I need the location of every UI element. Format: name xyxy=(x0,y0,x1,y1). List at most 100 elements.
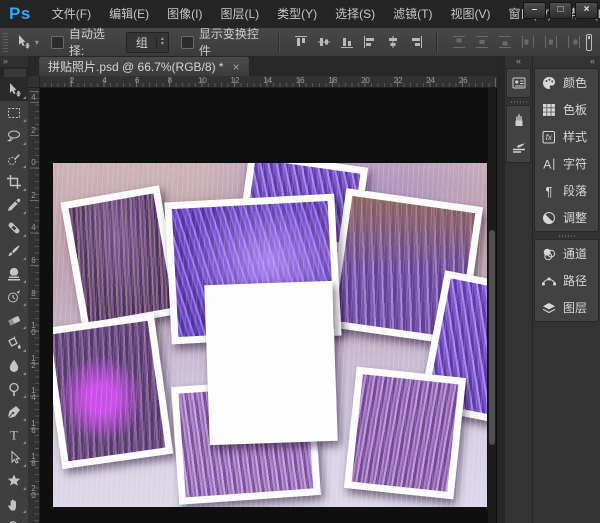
styles-icon: fx xyxy=(541,129,557,145)
tool-marquee[interactable] xyxy=(0,101,28,124)
dist-right-button[interactable] xyxy=(563,32,584,52)
dist-vcenter-button[interactable] xyxy=(471,32,492,52)
tool-move[interactable] xyxy=(0,78,28,101)
tool-brush[interactable] xyxy=(0,239,28,262)
tool-brush-icon xyxy=(6,243,22,259)
panel-button-swatches[interactable]: 色板 xyxy=(535,96,598,123)
dist-left-icon xyxy=(520,34,536,50)
panel-toggle-icon[interactable] xyxy=(585,34,593,51)
dist-left-button[interactable] xyxy=(517,32,538,52)
channels-icon xyxy=(541,246,557,262)
tool-paint-bucket[interactable] xyxy=(0,331,28,354)
panel-button-channels[interactable]: 通道 xyxy=(535,240,598,267)
tool-pen[interactable] xyxy=(0,400,28,423)
panel-label: 通道 xyxy=(563,245,587,262)
panel-label: 调整 xyxy=(563,209,587,226)
align-right-button[interactable] xyxy=(405,32,426,52)
options-grip[interactable] xyxy=(3,32,8,52)
menu-item-3[interactable]: 图层(L) xyxy=(211,0,268,28)
show-transform-checkbox[interactable] xyxy=(181,36,194,49)
panel-button-layers[interactable]: 图层 xyxy=(535,294,598,321)
vertical-scrollbar[interactable] xyxy=(488,88,496,523)
align-top-button[interactable] xyxy=(290,32,311,52)
tool-custom-shape[interactable] xyxy=(0,469,28,492)
tools-panel: T xyxy=(0,78,29,523)
panel-button-adjustments[interactable]: 调整 xyxy=(535,204,598,231)
vertical-scrollbar-thumb[interactable] xyxy=(489,230,495,445)
tool-hand-icon xyxy=(6,496,22,512)
tool-marquee-icon xyxy=(6,105,22,121)
tab-bar: 拼贴照片.psd @ 66.7%(RGB/8) * × xyxy=(28,56,497,76)
tool-spot-healing[interactable] xyxy=(0,216,28,239)
align-vcenter-button[interactable] xyxy=(313,32,334,52)
rail-collapse-button[interactable]: « xyxy=(533,56,600,68)
v-ruler-tick: 8 xyxy=(29,289,38,296)
tool-eraser[interactable] xyxy=(0,308,28,331)
tool-dodge[interactable] xyxy=(0,377,28,400)
minimize-button[interactable]: – xyxy=(523,2,546,19)
tool-zoom[interactable] xyxy=(0,515,28,523)
tool-crop[interactable] xyxy=(0,170,28,193)
brush-panel-panel-button[interactable] xyxy=(507,106,530,134)
tool-lasso-icon xyxy=(6,128,22,144)
tool-presets-panel-button[interactable] xyxy=(507,134,530,162)
dropdown-spin-icon: ▴▾ xyxy=(156,36,166,48)
dist-bottom-button[interactable] xyxy=(494,32,515,52)
tool-type[interactable]: T xyxy=(0,423,28,446)
tools-expand-button[interactable]: » xyxy=(0,56,28,67)
align-hcenter-button[interactable] xyxy=(382,32,403,52)
auto-select-dropdown[interactable]: 组 ▴▾ xyxy=(126,32,169,53)
photo-bottom-center xyxy=(171,377,321,505)
minibridge-panel-button[interactable] xyxy=(507,69,530,97)
tool-eyedropper[interactable] xyxy=(0,193,28,216)
menu-item-7[interactable]: 视图(V) xyxy=(441,0,499,28)
auto-select-checkbox[interactable] xyxy=(51,36,64,49)
panel-button-color[interactable]: 颜色 xyxy=(535,69,598,96)
tool-lasso[interactable] xyxy=(0,124,28,147)
dist-top-button[interactable] xyxy=(448,32,469,52)
rail-drag-handle[interactable] xyxy=(533,232,600,239)
menu-item-0[interactable]: 文件(F) xyxy=(43,0,100,28)
align-bottom-button[interactable] xyxy=(336,32,357,52)
v-ruler-tick: 6 xyxy=(29,256,38,263)
photo-bottom-right xyxy=(344,367,466,500)
tool-clone-stamp[interactable] xyxy=(0,262,28,285)
narrow-rail-collapse-button[interactable]: « xyxy=(505,56,532,68)
dist-hcenter-button[interactable] xyxy=(540,32,561,52)
tool-history-brush[interactable] xyxy=(0,285,28,308)
tool-eraser-icon xyxy=(6,312,22,328)
panel-button-paragraph[interactable]: ¶段落 xyxy=(535,177,598,204)
maximize-button[interactable]: □ xyxy=(549,2,572,19)
tool-blur[interactable] xyxy=(0,354,28,377)
v-ruler-tick: 10 xyxy=(29,321,38,335)
window-controls: –□× xyxy=(520,2,598,19)
menu-item-6[interactable]: 滤镜(T) xyxy=(384,0,441,28)
tool-zoom-icon xyxy=(6,519,22,523)
tab-close-icon[interactable]: × xyxy=(233,61,240,73)
align-left-button[interactable] xyxy=(359,32,380,52)
dist-vcenter-icon xyxy=(474,34,490,50)
tool-preset-caret-icon[interactable]: ▾ xyxy=(35,38,39,47)
tool-hand[interactable] xyxy=(0,492,28,515)
panel-label: 样式 xyxy=(563,128,587,145)
menu-item-2[interactable]: 图像(I) xyxy=(158,0,211,28)
rail-drag-handle[interactable] xyxy=(505,98,532,105)
panel-button-character[interactable]: A字符 xyxy=(535,150,598,177)
panel-button-paths[interactable]: 路径 xyxy=(535,267,598,294)
menu-item-4[interactable]: 类型(Y) xyxy=(268,0,326,28)
canvas-area[interactable] xyxy=(40,88,497,523)
minibridge-icon xyxy=(511,75,527,91)
menu-item-1[interactable]: 编辑(E) xyxy=(100,0,158,28)
tools-grip[interactable] xyxy=(3,68,27,78)
tool-quick-selection[interactable] xyxy=(0,147,28,170)
tool-path-selection[interactable] xyxy=(0,446,28,469)
panel-button-styles[interactable]: fx 样式 xyxy=(535,123,598,150)
narrow-panel-rail: « xyxy=(505,56,532,523)
v-ruler-tick: 2 xyxy=(29,126,38,133)
h-ruler-tick: 20 xyxy=(361,76,370,85)
menu-item-5[interactable]: 选择(S) xyxy=(326,0,384,28)
adjustments-icon xyxy=(541,210,557,226)
document-tab[interactable]: 拼贴照片.psd @ 66.7%(RGB/8) * × xyxy=(38,56,250,76)
close-button[interactable]: × xyxy=(575,2,598,19)
vertical-ruler: 4202468101214161820 xyxy=(28,88,40,523)
